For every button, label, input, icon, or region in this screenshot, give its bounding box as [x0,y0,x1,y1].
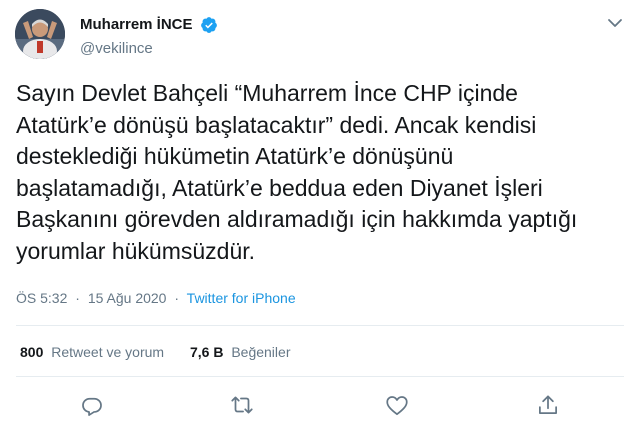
tweet-text-line: Atatürk’e dönüşü başlatacaktır” dedi. An… [16,111,537,138]
tweet-time[interactable]: ÖS 5:32 [16,290,67,306]
meta-separator: · [75,290,80,306]
tweet-date[interactable]: 15 Ağu 2020 [88,290,167,306]
likes-label: Beğeniler [231,344,291,360]
tweet-text-line: desteklediği hükümetin Atatürk’e dönüşün… [16,143,454,169]
retweets-label: Retweet ve yorum [51,344,165,360]
avatar-photo [15,9,65,59]
reply-icon[interactable] [79,392,105,418]
tweet-meta: ÖS 5:32 · 15 Ağu 2020 · Twitter for iPho… [16,290,296,306]
action-bar [0,392,640,418]
tweet-card: Muharrem İNCE @vekilince Sayın Devlet Ba… [0,0,640,430]
display-name[interactable]: Muharrem İNCE [80,16,193,33]
retweets-count: 800 [20,344,44,360]
share-icon[interactable] [535,392,561,418]
divider [16,376,624,377]
tweet-source-link[interactable]: Twitter for iPhone [187,290,296,306]
meta-separator: · [174,290,180,306]
heart-icon[interactable] [384,392,410,418]
tweet-text: Sayın Devlet Bahçeli “Muharrem İnce CHP … [16,78,626,267]
avatar[interactable] [15,9,65,59]
likes-count: 7,6 B [189,344,224,360]
retweet-icon[interactable] [229,392,255,418]
divider [16,325,624,326]
tweet-stats: 800 Retweet ve yorum 7,6 B Beğeniler [20,344,290,360]
retweets-stat[interactable]: 800 Retweet ve yorum [20,344,164,360]
likes-stat[interactable]: 7,6 B Beğeniler [190,344,291,360]
tweet-text-line: yorumlar hükümsüzdür. [16,237,256,264]
verified-badge-icon [200,16,218,34]
user-handle[interactable]: @vekilince [80,40,153,57]
tweet-text-line: Sayın Devlet Bahçeli “Muharrem İnce CHP … [16,80,518,106]
tweet-text-line: başlatamadığı, Atatürk’e beddua eden Diy… [16,174,543,201]
tweet-text-line: Başkanını görevden aldıramadığı için hak… [16,206,578,232]
chevron-down-icon[interactable] [604,12,626,34]
